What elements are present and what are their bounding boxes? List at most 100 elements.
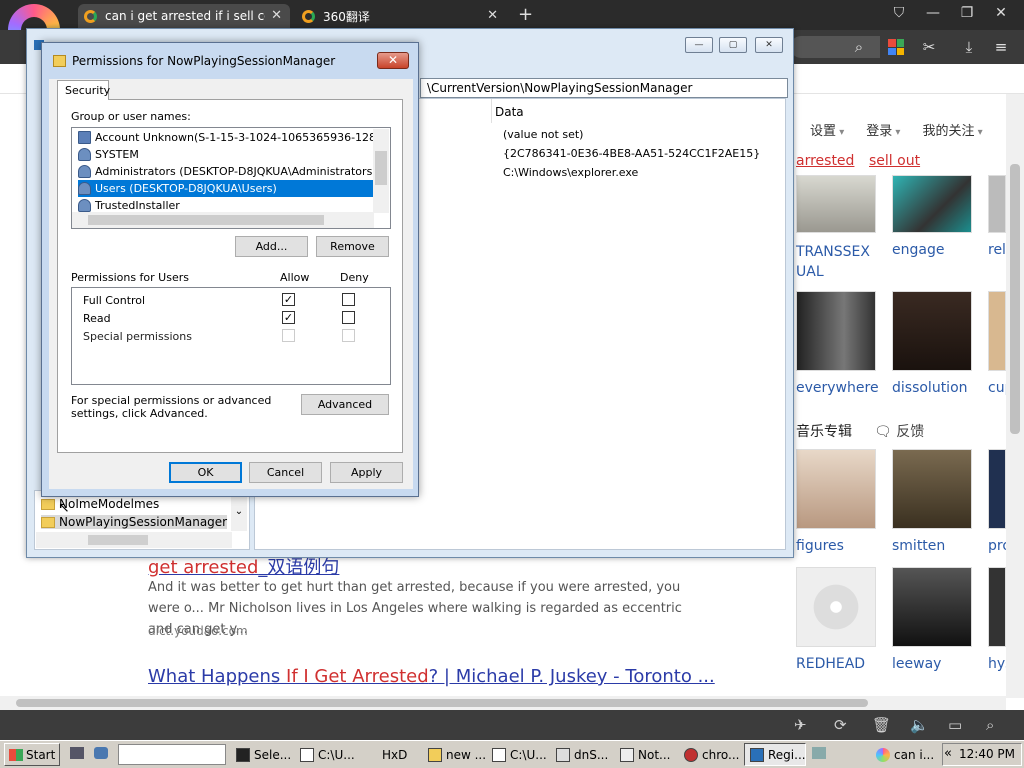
tree-horizontal-scrollbar[interactable] xyxy=(36,532,232,548)
taskbar-item[interactable]: new ... xyxy=(428,744,486,766)
user-list-item[interactable]: SYSTEM xyxy=(78,146,374,163)
image-thumbnail[interactable] xyxy=(796,291,876,371)
album-caption[interactable]: hys xyxy=(988,656,1006,672)
taskbar-item-regedit[interactable]: Regi... xyxy=(750,744,806,766)
show-desktop-icon[interactable] xyxy=(70,747,84,759)
taskbar-address-input[interactable] xyxy=(118,744,226,765)
album-cover[interactable] xyxy=(796,449,876,529)
page-horizontal-scrollbar[interactable] xyxy=(0,696,1006,710)
ok-button[interactable]: OK xyxy=(169,462,242,483)
related-link-arrested[interactable]: arrested xyxy=(796,153,854,169)
page-vertical-scrollbar[interactable] xyxy=(1006,94,1024,698)
image-caption[interactable]: dissolution xyxy=(892,380,968,396)
tab-translate[interactable]: 360翻译 ✕ xyxy=(296,4,506,28)
album-cover[interactable] xyxy=(988,567,1006,647)
taskbar-item[interactable]: chro... xyxy=(684,744,739,766)
user-list-item[interactable]: Account Unknown(S-1-15-3-1024-1065365936… xyxy=(78,129,374,146)
zoom-icon[interactable]: ⌕ xyxy=(986,716,994,734)
value-data[interactable]: C:\Windows\explorer.exe xyxy=(503,166,638,179)
minimize-icon[interactable]: — xyxy=(918,5,948,21)
taskbar-item[interactable]: can i... xyxy=(876,744,934,766)
image-caption[interactable]: everywhere xyxy=(796,380,879,396)
advanced-button[interactable]: Advanced xyxy=(301,394,389,415)
image-thumbnail[interactable] xyxy=(796,175,876,233)
album-cover[interactable] xyxy=(988,449,1006,529)
image-caption[interactable]: cup xyxy=(988,380,1006,396)
user-name: TrustedInstaller xyxy=(95,199,180,212)
album-caption[interactable]: figures xyxy=(796,538,844,554)
nav-settings[interactable]: 设置 xyxy=(810,120,844,139)
taskbar-item[interactable]: Not... xyxy=(620,744,670,766)
tab-security[interactable]: Security xyxy=(57,80,110,100)
taskbar-item[interactable]: Sele... xyxy=(236,744,291,766)
window-icon[interactable]: ▭ xyxy=(948,716,962,734)
user-list-vertical-scrollbar[interactable] xyxy=(373,129,389,213)
regedit-close-icon[interactable]: ✕ xyxy=(755,37,783,53)
download-icon[interactable]: ⤓ xyxy=(958,38,980,56)
taskbar-item[interactable]: HxD xyxy=(364,744,407,766)
deny-checkbox[interactable] xyxy=(342,311,355,324)
user-list-horizontal-scrollbar[interactable] xyxy=(72,212,374,228)
nav-login[interactable]: 登录 xyxy=(866,120,900,139)
clock[interactable]: 12:40 PM xyxy=(942,743,1022,766)
refresh-icon[interactable]: ⟳ xyxy=(834,716,847,734)
volume-icon[interactable]: 🔈 xyxy=(910,716,929,734)
registry-address-bar[interactable]: \CurrentVersion\NowPlayingSessionManager xyxy=(420,78,788,98)
remove-button[interactable]: Remove xyxy=(316,236,389,257)
allow-checkbox[interactable]: ✓ xyxy=(282,311,295,324)
nav-following[interactable]: 我的关注 xyxy=(922,120,982,139)
tree-vertical-scrollbar[interactable]: ⌄ xyxy=(231,495,247,531)
image-caption[interactable]: engage xyxy=(892,242,944,258)
taskbar-item[interactable]: dnS... xyxy=(556,744,608,766)
rocket-icon[interactable]: ✈ xyxy=(794,716,807,734)
trash-icon[interactable]: 🗑 xyxy=(872,716,891,734)
tree-node-selected[interactable]: NowPlayingSessionManager xyxy=(41,515,228,529)
column-header-data[interactable]: Data xyxy=(495,105,524,119)
allow-checkbox[interactable]: ✓ xyxy=(282,293,295,306)
menu-icon[interactable]: ≡ xyxy=(990,38,1012,56)
regedit-maximize-icon[interactable]: ▢ xyxy=(719,37,747,53)
new-tab-icon[interactable]: + xyxy=(518,4,533,25)
apply-button[interactable]: Apply xyxy=(330,462,403,483)
album-cover[interactable] xyxy=(796,567,876,647)
restore-icon[interactable]: ❐ xyxy=(952,5,982,21)
scissors-icon[interactable]: ✂ xyxy=(918,38,940,56)
cancel-button[interactable]: Cancel xyxy=(249,462,322,483)
related-link-sell-out[interactable]: sell out xyxy=(869,153,920,169)
tab-close-icon[interactable]: ✕ xyxy=(271,8,282,23)
image-thumbnail[interactable] xyxy=(892,291,972,371)
album-cover[interactable] xyxy=(892,567,972,647)
value-data[interactable]: {2C786341-0E36-4BE8-AA51-524CC1F2AE15} xyxy=(503,147,760,160)
add-button[interactable]: Add... xyxy=(235,236,308,257)
album-cover[interactable] xyxy=(892,449,972,529)
user-list-item-selected[interactable]: Users (DESKTOP-D8JQKUA\Users) xyxy=(78,180,374,197)
shirt-icon[interactable]: ⛉ xyxy=(884,5,914,21)
task-label: dnS... xyxy=(574,748,609,762)
deny-checkbox[interactable] xyxy=(342,293,355,306)
album-caption[interactable]: pro xyxy=(988,538,1006,554)
taskbar-item[interactable]: C:\U... xyxy=(492,744,547,766)
search-icon[interactable]: ⌕ xyxy=(848,38,870,56)
image-thumbnail[interactable] xyxy=(892,175,972,233)
taskbar-item[interactable]: C:\U... xyxy=(300,744,355,766)
tab-active[interactable]: can i get arrested if i sell coke ✕ xyxy=(78,4,290,28)
album-caption[interactable]: REDHEAD xyxy=(796,656,865,672)
image-caption[interactable]: rela xyxy=(988,242,1006,258)
taskbar-small-icon[interactable] xyxy=(812,747,826,759)
user-list-item[interactable]: Administrators (DESKTOP-D8JQKUA\Administ… xyxy=(78,163,374,180)
regedit-minimize-icon[interactable]: — xyxy=(685,37,713,53)
start-button[interactable]: Start xyxy=(4,743,61,766)
image-thumbnail[interactable] xyxy=(988,175,1006,233)
feedback-link[interactable]: 🗨 反馈 xyxy=(874,421,924,441)
image-caption[interactable]: TRANSSEX UAL xyxy=(796,242,886,282)
image-thumbnail[interactable] xyxy=(988,291,1006,371)
apps-icon[interactable] xyxy=(888,39,904,55)
dialog-close-button[interactable]: ✕ xyxy=(377,52,409,69)
quicklaunch-icon[interactable] xyxy=(94,747,108,759)
album-caption[interactable]: smitten xyxy=(892,538,945,554)
album-caption[interactable]: leeway xyxy=(892,656,941,672)
tab-close-icon[interactable]: ✕ xyxy=(487,8,498,23)
value-data[interactable]: (value not set) xyxy=(503,128,583,141)
close-window-icon[interactable]: ✕ xyxy=(986,5,1016,21)
result-title-link[interactable]: What Happens If I Get Arrested? | Michae… xyxy=(148,666,715,687)
